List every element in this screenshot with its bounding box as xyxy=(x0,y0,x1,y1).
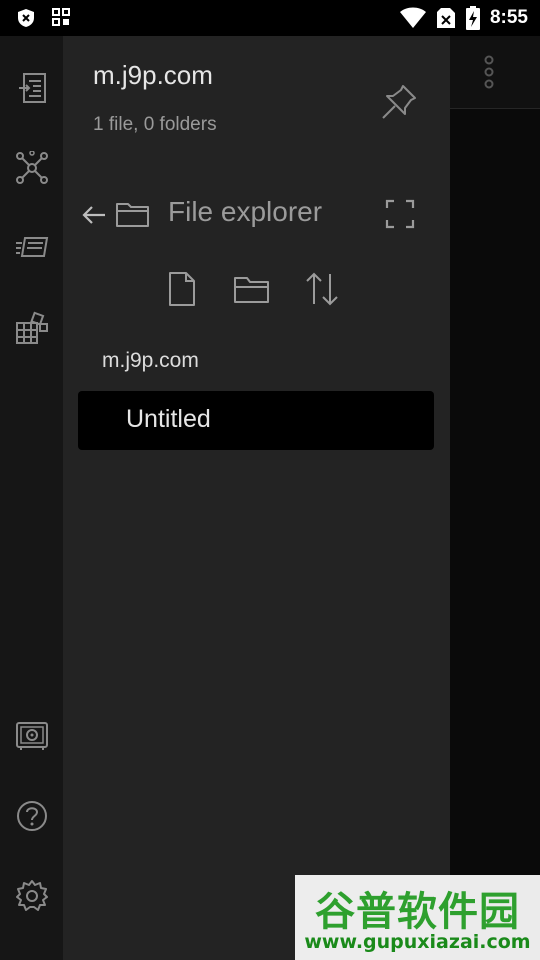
apps-grid-icon xyxy=(52,8,70,28)
settings-icon[interactable] xyxy=(14,878,50,914)
watermark-logo-text: 谷普软件园 xyxy=(315,889,520,935)
file-explorer-header: File explorer xyxy=(77,188,437,238)
vault-stats: 1 file, 0 folders xyxy=(93,114,217,135)
app-window: m.j9p.com 1 file, 0 folders File explore… xyxy=(0,36,540,960)
watermark-url: www.gupuxiazai.com xyxy=(304,931,531,953)
file-explorer-actions xyxy=(163,270,341,308)
vault-icon[interactable] xyxy=(14,718,50,754)
sort-icon[interactable] xyxy=(303,270,341,308)
main-editor-area xyxy=(450,36,540,960)
ribbon xyxy=(0,36,63,960)
status-time: 8:55 xyxy=(489,7,528,28)
no-sim-icon xyxy=(436,7,456,29)
status-bar: 8:55 xyxy=(0,0,540,36)
plugins-icon[interactable] xyxy=(14,310,50,346)
sidebar-drawer: m.j9p.com 1 file, 0 folders File explore… xyxy=(63,36,450,960)
watermark: 谷普软件园 www.gupuxiazai.com xyxy=(295,875,540,960)
vault-name[interactable]: m.j9p.com xyxy=(93,60,213,91)
folder-icon xyxy=(113,196,153,232)
expand-icon[interactable] xyxy=(382,196,418,232)
new-folder-icon[interactable] xyxy=(233,270,271,308)
file-explorer-title: File explorer xyxy=(168,196,323,227)
more-options-icon[interactable] xyxy=(472,50,506,94)
graph-view-icon[interactable] xyxy=(14,150,50,186)
new-note-icon[interactable] xyxy=(163,270,201,308)
slides-icon[interactable] xyxy=(14,230,50,266)
tree-file-item[interactable]: Untitled xyxy=(78,391,434,450)
shield-x-icon xyxy=(16,8,36,28)
wifi-icon xyxy=(399,7,426,29)
editor-top-bar xyxy=(450,36,540,109)
back-arrow-icon[interactable] xyxy=(77,198,111,232)
note-import-icon[interactable] xyxy=(14,70,50,106)
help-icon[interactable] xyxy=(14,798,50,834)
pin-icon[interactable] xyxy=(377,80,421,124)
tree-root-folder[interactable]: m.j9p.com xyxy=(102,349,199,373)
battery-charging-icon xyxy=(465,6,480,30)
tree-file-label: Untitled xyxy=(126,405,211,433)
